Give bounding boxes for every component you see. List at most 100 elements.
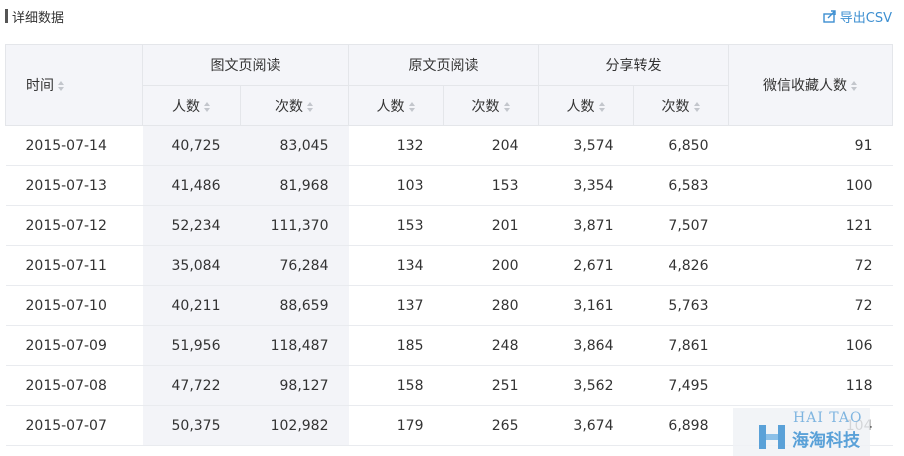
cell-original-users: 185 <box>348 325 444 366</box>
cell-share-users: 3,354 <box>538 165 634 206</box>
cell-favorites: 72 <box>728 285 893 326</box>
cell-article-users: 41,486 <box>142 165 241 206</box>
table-row: 2015-07-12 52,234 111,370 153 201 3,871 … <box>5 205 893 246</box>
cell-favorites: 106 <box>728 325 893 366</box>
cell-share-times: 6,583 <box>633 165 729 206</box>
subheader-share-times[interactable]: 次数 <box>633 85 729 126</box>
cell-share-times: 5,763 <box>633 285 729 326</box>
cell-favorites: 118 <box>728 365 893 406</box>
watermark-en-text: HAI TAO <box>793 410 863 426</box>
cell-date: 2015-07-10 <box>5 285 143 326</box>
group-header-original-reads: 原文页阅读 <box>348 44 539 86</box>
table-row: 2015-07-13 41,486 81,968 103 153 3,354 6… <box>5 165 893 206</box>
sort-icon[interactable] <box>204 101 211 112</box>
sort-icon[interactable] <box>503 101 511 112</box>
sort-icon[interactable] <box>307 101 314 112</box>
cell-article-users: 40,211 <box>142 285 241 326</box>
cell-original-users: 103 <box>348 165 444 206</box>
cell-original-users: 132 <box>348 125 444 166</box>
cell-article-times: 88,659 <box>240 285 349 326</box>
cell-article-times: 111,370 <box>240 205 349 246</box>
sort-icon[interactable] <box>693 101 701 112</box>
cell-favorites: 72 <box>728 245 893 286</box>
cell-favorites: 121 <box>728 205 893 246</box>
col-header-favorites-label: 微信收藏人数 <box>763 78 847 94</box>
cell-share-users: 3,161 <box>538 285 634 326</box>
cell-share-users: 3,674 <box>538 405 634 446</box>
export-csv-button[interactable]: 导出CSV <box>823 7 892 26</box>
cell-original-times: 204 <box>443 125 539 166</box>
cell-article-times: 76,284 <box>240 245 349 286</box>
export-icon <box>823 10 837 23</box>
subheader-label: 人数 <box>376 98 405 115</box>
col-header-wechat-favorites[interactable]: 微信收藏人数 <box>728 44 893 126</box>
cell-share-users: 3,864 <box>538 325 634 366</box>
watermark-cn-text: 海淘科技 <box>792 431 860 451</box>
cell-share-users: 2,671 <box>538 245 634 286</box>
cell-date: 2015-07-12 <box>5 205 143 246</box>
cell-date: 2015-07-14 <box>5 125 143 166</box>
cell-article-users: 40,725 <box>142 125 241 166</box>
cell-date: 2015-07-07 <box>5 405 143 446</box>
cell-original-users: 158 <box>348 365 444 406</box>
sort-icon[interactable] <box>598 101 606 112</box>
group-header-shares: 分享转发 <box>538 44 729 86</box>
haitao-logo-icon <box>757 422 787 452</box>
cell-original-times: 280 <box>443 285 539 326</box>
subheader-label: 次数 <box>275 98 303 115</box>
cell-original-users: 137 <box>348 285 444 326</box>
cell-original-times: 153 <box>443 165 539 206</box>
cell-favorites: 91 <box>728 125 893 166</box>
section-title: 详细数据 <box>12 11 65 26</box>
cell-article-users: 47,722 <box>142 365 241 406</box>
cell-original-times: 201 <box>443 205 539 246</box>
table-row: 2015-07-08 47,722 98,127 158 251 3,562 7… <box>5 365 893 406</box>
cell-share-times: 4,826 <box>633 245 729 286</box>
subheader-label: 次数 <box>471 98 500 115</box>
cell-share-users: 3,562 <box>538 365 634 406</box>
subheader-label: 次数 <box>661 98 690 115</box>
cell-article-users: 35,084 <box>142 245 241 286</box>
subheader-article-users[interactable]: 人数 <box>142 85 241 126</box>
export-csv-label: 导出CSV <box>839 11 892 26</box>
cell-date: 2015-07-09 <box>5 325 143 366</box>
group-header-article-reads: 图文页阅读 <box>142 44 349 86</box>
cell-original-times: 265 <box>443 405 539 446</box>
cell-favorites: 100 <box>728 165 893 206</box>
detail-data-table: 时间 图文页阅读 原文页阅读 分享转发 微信收藏人数 人数 次数 人数 次数 人… <box>5 44 893 446</box>
table-row: 2015-07-14 40,725 83,045 132 204 3,574 6… <box>5 125 893 166</box>
cell-article-users: 51,956 <box>142 325 241 366</box>
table-row: 2015-07-09 51,956 118,487 185 248 3,864 … <box>5 325 893 366</box>
cell-original-times: 200 <box>443 245 539 286</box>
cell-date: 2015-07-08 <box>5 365 143 406</box>
table-row: 2015-07-10 40,211 88,659 137 280 3,161 5… <box>5 285 893 326</box>
cell-article-times: 81,968 <box>240 165 349 206</box>
cell-share-times: 7,507 <box>633 205 729 246</box>
cell-original-times: 248 <box>443 325 539 366</box>
cell-share-times: 6,850 <box>633 125 729 166</box>
cell-original-users: 179 <box>348 405 444 446</box>
cell-article-times: 83,045 <box>240 125 349 166</box>
subheader-label: 人数 <box>566 98 595 115</box>
col-header-date[interactable]: 时间 <box>5 44 143 126</box>
cell-article-users: 52,234 <box>142 205 241 246</box>
watermark-logo: HAI TAO 海淘科技 <box>733 408 870 456</box>
cell-share-times: 6,898 <box>633 405 729 446</box>
cell-original-users: 153 <box>348 205 444 246</box>
cell-article-times: 102,982 <box>240 405 349 446</box>
cell-article-times: 118,487 <box>240 325 349 366</box>
cell-date: 2015-07-13 <box>5 165 143 206</box>
subheader-label: 人数 <box>172 98 200 115</box>
subheader-article-times[interactable]: 次数 <box>240 85 349 126</box>
sort-icon[interactable] <box>408 101 416 112</box>
cell-share-users: 3,871 <box>538 205 634 246</box>
sort-icon[interactable] <box>58 81 65 91</box>
subheader-share-users[interactable]: 人数 <box>538 85 634 126</box>
cell-date: 2015-07-11 <box>5 245 143 286</box>
cell-share-users: 3,574 <box>538 125 634 166</box>
cell-original-users: 134 <box>348 245 444 286</box>
subheader-original-times[interactable]: 次数 <box>443 85 539 126</box>
cell-article-users: 50,375 <box>142 405 241 446</box>
sort-icon[interactable] <box>851 81 858 91</box>
subheader-original-users[interactable]: 人数 <box>348 85 444 126</box>
